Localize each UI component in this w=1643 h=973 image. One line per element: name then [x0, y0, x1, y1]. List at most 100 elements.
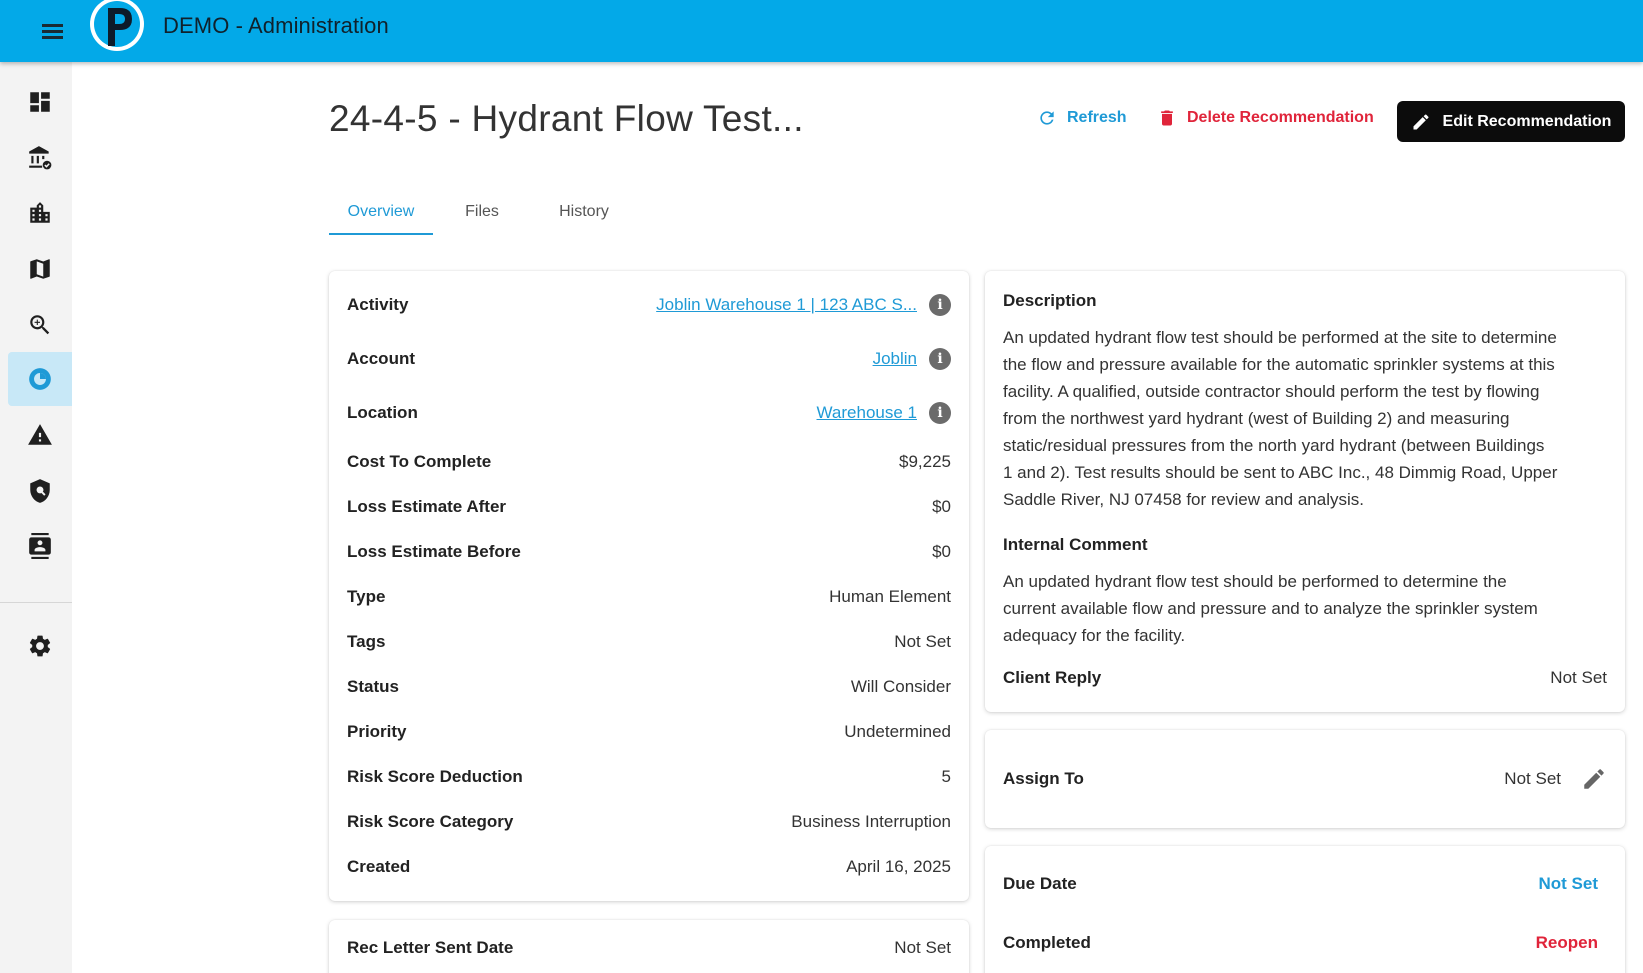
assign-row: Assign To Not Set — [1003, 767, 1607, 791]
due-date-value[interactable]: Not Set — [1539, 874, 1599, 894]
activity-link[interactable]: Joblin Warehouse 1 | 123 ABC S... — [656, 295, 917, 315]
sidebar-item-dashboard[interactable] — [8, 75, 72, 129]
risk-category-value: Business Interruption — [791, 812, 951, 831]
description-line: static/residual pressures from the north… — [1003, 436, 1545, 455]
rec-letter-card: Rec Letter Sent Date Not Set — [329, 920, 969, 973]
rec-letter-row: Rec Letter Sent Date Not Set — [347, 936, 951, 960]
loss-before-label: Loss Estimate Before — [347, 542, 521, 561]
priority-value: Undetermined — [844, 722, 951, 741]
completed-label: Completed — [1003, 933, 1091, 952]
page-title: 24-4-5 - Hydrant Flow Test... — [329, 98, 804, 139]
loss-after-row: Loss Estimate After $0 — [347, 495, 951, 519]
client-reply-row: Client Reply Not Set — [1003, 666, 1607, 690]
cost-label: Cost To Complete — [347, 452, 492, 471]
trash-icon — [1161, 110, 1173, 126]
zoom-in-icon — [30, 315, 50, 335]
description-line: Saddle River, NJ 07458 for review and an… — [1003, 490, 1364, 509]
reopen-button[interactable]: Reopen — [1536, 933, 1598, 953]
delete-recommendation-button[interactable]: Delete Recommendation — [1157, 108, 1374, 128]
sidebar-item-recommendations[interactable] — [8, 352, 72, 406]
dates-card: Due Date Not Set Completed Reopen — [985, 846, 1625, 973]
status-value: Will Consider — [850, 677, 951, 696]
rec-letter-value: Not Set — [894, 938, 951, 957]
shield-icon — [30, 479, 50, 503]
assign-card: Assign To Not Set — [985, 730, 1625, 828]
client-reply-value: Not Set — [1550, 668, 1607, 687]
app-logo — [88, 0, 146, 52]
top-app-bar: DEMO - Administration — [0, 0, 1643, 62]
cost-row: Cost To Complete $9,225 — [347, 450, 951, 474]
loss-after-label: Loss Estimate After — [347, 497, 507, 516]
risk-deduction-row: Risk Score Deduction 5 — [347, 765, 951, 789]
menu-icon[interactable] — [38, 17, 66, 45]
comment-line: current available flow and pressure and … — [1003, 599, 1538, 618]
sidebar-item-buildings[interactable] — [8, 186, 72, 240]
sidebar-item-search[interactable] — [8, 298, 72, 352]
warning-icon — [28, 424, 52, 445]
pencil-icon — [1413, 113, 1429, 129]
risk-category-label: Risk Score Category — [347, 812, 514, 831]
priority-row: Priority Undetermined — [347, 720, 951, 744]
comment-line: adequacy for the facility. — [1003, 626, 1186, 645]
recommendation-icon — [29, 368, 51, 390]
refresh-icon — [1040, 111, 1054, 125]
internal-comment-text: An updated hydrant flow test should be p… — [1003, 568, 1607, 649]
details-card: Activity Joblin Warehouse 1 | 123 ABC S.… — [329, 271, 969, 901]
activity-label: Activity — [347, 295, 409, 314]
sidebar-item-contacts[interactable] — [8, 519, 72, 573]
created-value: April 16, 2025 — [846, 857, 951, 876]
status-label: Status — [347, 677, 399, 696]
sidebar-item-settings[interactable] — [8, 619, 72, 673]
account-link[interactable]: Joblin — [873, 349, 917, 369]
tab-history[interactable]: History — [544, 188, 624, 236]
sidebar-divider — [0, 602, 72, 603]
info-icon[interactable]: i — [929, 402, 951, 424]
sidebar-item-security[interactable] — [8, 464, 72, 518]
edit-label: Edit Recommendation — [1442, 112, 1612, 130]
tab-overview[interactable]: Overview — [329, 188, 433, 236]
map-icon — [30, 259, 50, 279]
sidebar-item-institution[interactable] — [8, 131, 72, 185]
institution-icon — [29, 146, 52, 170]
location-label: Location — [347, 403, 418, 422]
tags-row: Tags Not Set — [347, 630, 951, 654]
tab-files[interactable]: Files — [447, 188, 517, 236]
refresh-label: Refresh — [1067, 109, 1127, 126]
dashboard-icon — [30, 92, 50, 112]
info-icon[interactable]: i — [929, 294, 951, 316]
cost-value: $9,225 — [899, 452, 951, 471]
description-line: An updated hydrant flow test should be p… — [1003, 328, 1557, 347]
description-line: the flow and pressure available for the … — [1003, 355, 1555, 374]
description-line: 1 and 2). Test results should be sent to… — [1003, 463, 1558, 482]
sidebar-item-map[interactable] — [8, 242, 72, 296]
priority-label: Priority — [347, 722, 407, 741]
risk-category-row: Risk Score Category Business Interruptio… — [347, 810, 951, 834]
activity-row: Activity Joblin Warehouse 1 | 123 ABC S.… — [347, 293, 951, 317]
client-reply-label: Client Reply — [1003, 668, 1102, 687]
edit-recommendation-button[interactable]: Edit Recommendation — [1397, 101, 1625, 142]
edit-assign-icon[interactable] — [1581, 766, 1607, 792]
comment-line: An updated hydrant flow test should be p… — [1003, 572, 1507, 591]
created-label: Created — [347, 857, 411, 876]
refresh-button[interactable]: Refresh — [1037, 108, 1127, 128]
description-title: Description — [1003, 291, 1097, 310]
assign-value: Not Set — [1504, 769, 1561, 788]
location-link[interactable]: Warehouse 1 — [817, 403, 917, 423]
active-tab-indicator — [329, 233, 433, 235]
description-text: An updated hydrant flow test should be p… — [1003, 324, 1607, 513]
sidebar-item-hazards[interactable] — [8, 408, 72, 462]
type-row: Type Human Element — [347, 585, 951, 609]
info-icon[interactable]: i — [929, 348, 951, 370]
account-label: Account — [347, 349, 415, 368]
due-date-label: Due Date — [1003, 874, 1077, 893]
assign-label: Assign To — [1003, 769, 1084, 788]
delete-label: Delete Recommendation — [1187, 109, 1374, 126]
created-row: Created April 16, 2025 — [347, 855, 951, 879]
description-card: Description An updated hydrant flow test… — [985, 271, 1625, 712]
internal-comment-title: Internal Comment — [1003, 535, 1148, 554]
type-label: Type — [347, 587, 386, 606]
settings-icon — [29, 635, 51, 657]
buildings-icon — [30, 202, 50, 223]
type-value: Human Element — [829, 587, 951, 606]
description-line: from the northwest yard hydrant (west of… — [1003, 409, 1510, 428]
